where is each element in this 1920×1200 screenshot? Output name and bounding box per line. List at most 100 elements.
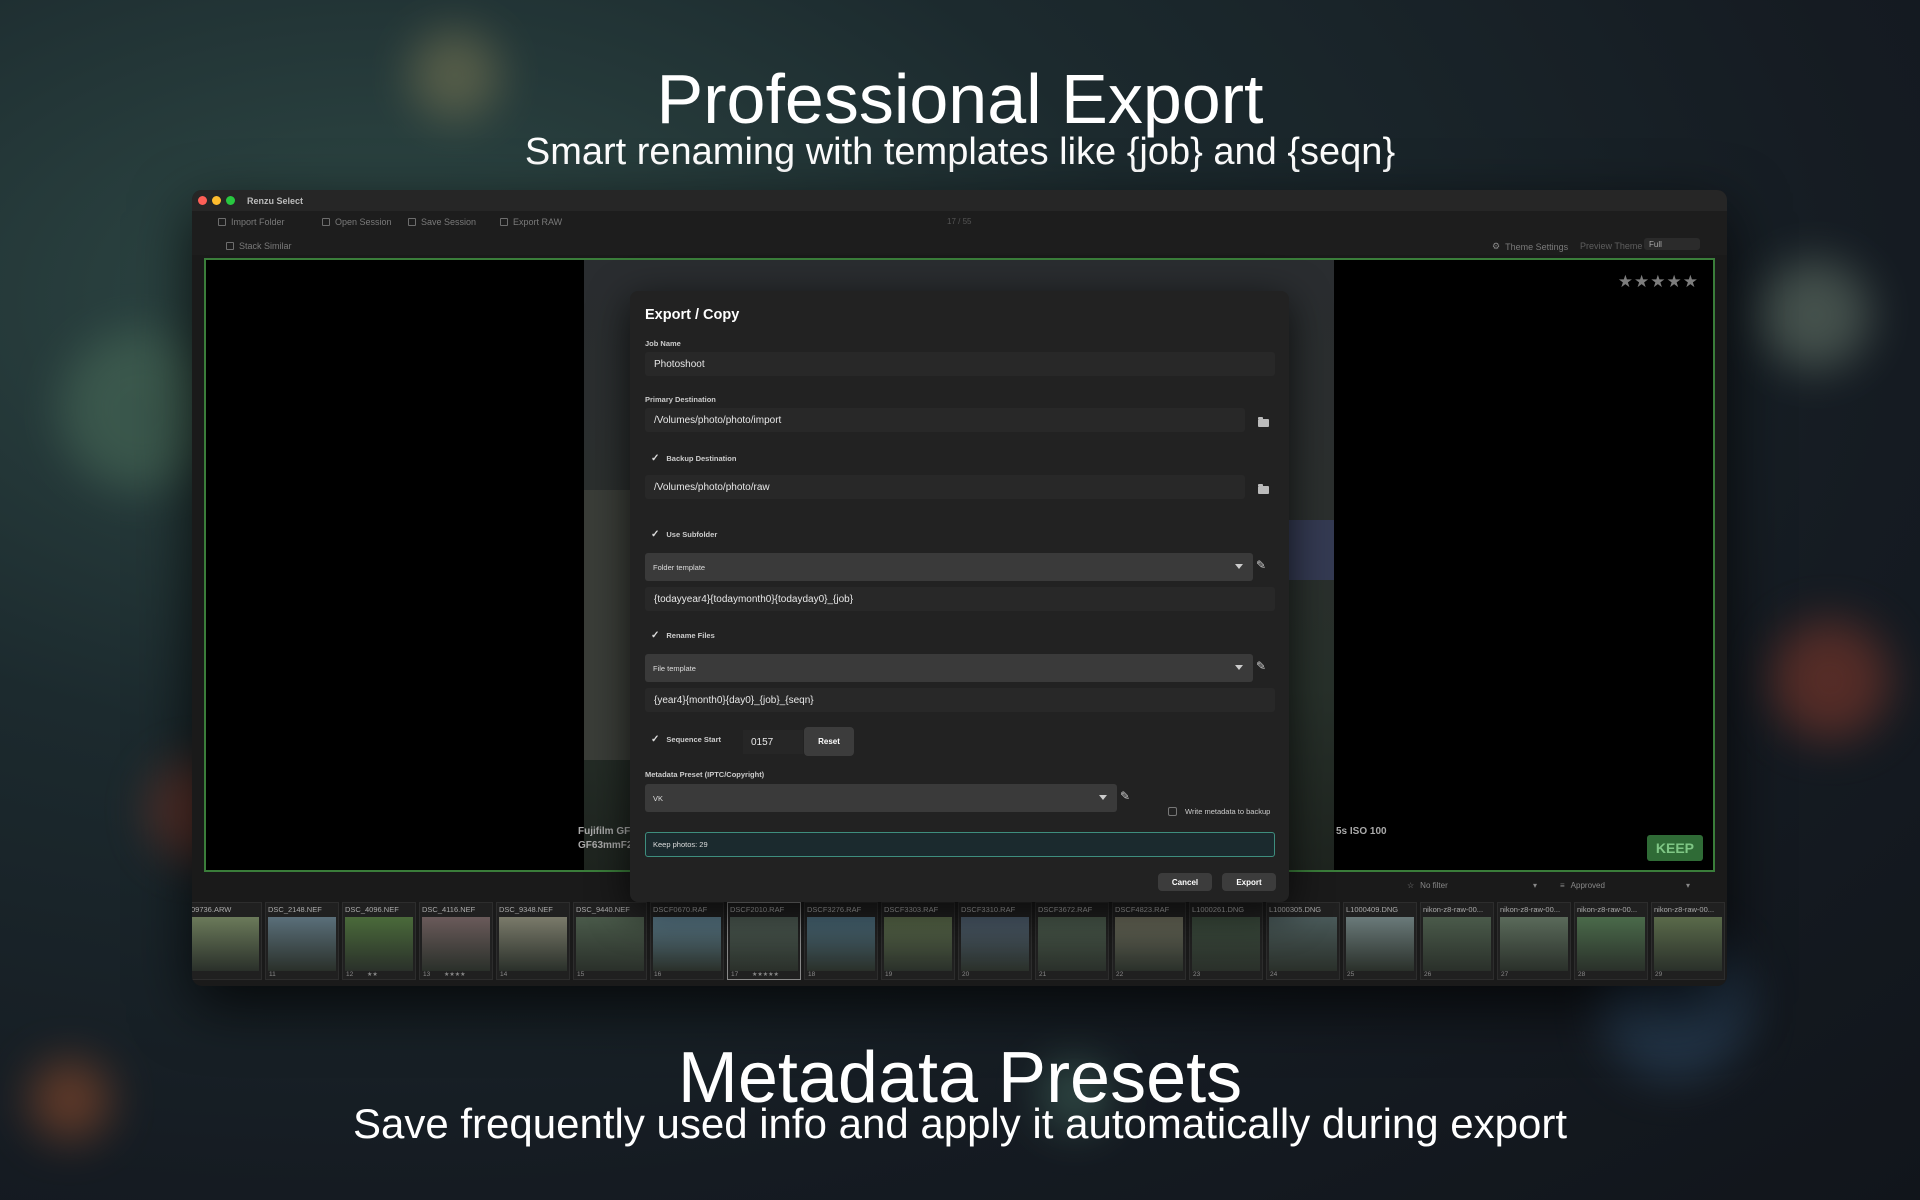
thumbnail-image (730, 917, 798, 971)
reset-button[interactable]: Reset (804, 727, 854, 756)
filmstrip-thumbnail[interactable]: DSCF3303.RAF 19 (881, 902, 955, 980)
save-icon (408, 218, 416, 226)
camera-model-text: Fujifilm GF (578, 826, 631, 837)
thumbnail-number: 26 (1424, 971, 1432, 978)
rating-filter-select[interactable]: ☆ No filter ▾ (1407, 878, 1537, 892)
dialog-title: Export / Copy (645, 307, 740, 323)
sequence-start-input[interactable]: 0157 (743, 730, 803, 754)
filmstrip: 09736.ARW DSC_2148.NEF 11 DSC_4096.NEF 12 ★★ D… (192, 902, 1725, 982)
bokeh-light (1770, 620, 1890, 740)
filmstrip-thumbnail[interactable]: DSCF0670.RAF 16 (650, 902, 724, 980)
thumbnail-image (192, 917, 259, 971)
thumbnail-image (1038, 917, 1106, 971)
filmstrip-thumbnail[interactable]: L1000305.DNG 24 (1266, 902, 1340, 980)
rename-files-label: Rename Files (666, 631, 715, 640)
thumbnail-filename: nikon-z8-raw-00... (1577, 905, 1638, 914)
thumbnail-number: 24 (1270, 971, 1278, 978)
rename-files-checkbox[interactable]: ✓ Rename Files (651, 630, 715, 641)
thumbnail-number: 16 (654, 971, 662, 978)
theme-settings-button[interactable]: ⚙ Theme Settings (1492, 241, 1568, 252)
cancel-button[interactable]: Cancel (1158, 873, 1212, 891)
preview-theme-label: Preview Theme (1580, 241, 1643, 251)
metadata-preset-select[interactable]: VK (645, 784, 1117, 812)
thumbnail-image (807, 917, 875, 971)
filmstrip-thumbnail[interactable]: DSCF3276.RAF 18 (804, 902, 878, 980)
export-raw-label: Export RAW (513, 217, 563, 227)
job-name-input[interactable]: Photoshoot (645, 352, 1275, 376)
thumbnail-number: 27 (1501, 971, 1509, 978)
filmstrip-thumbnail[interactable]: DSC_2148.NEF 11 (265, 902, 339, 980)
stack-similar-button[interactable]: Stack Similar (226, 241, 292, 251)
close-window-button[interactable] (198, 196, 207, 205)
copy-icon (500, 218, 508, 226)
edit-folder-template-icon[interactable]: ✎ (1256, 558, 1266, 572)
filmstrip-thumbnail[interactable]: L1000409.DNG 25 (1343, 902, 1417, 980)
export-raw-button[interactable]: Export RAW (500, 217, 562, 227)
filmstrip-thumbnail[interactable]: DSC_4096.NEF 12 ★★ (342, 902, 416, 980)
open-session-label: Open Session (335, 217, 392, 227)
primary-destination-input[interactable]: /Volumes/photo/photo/import (645, 408, 1245, 432)
preview-theme-select[interactable]: Full (1644, 238, 1700, 250)
save-session-button[interactable]: Save Session (408, 217, 476, 227)
use-subfolder-checkbox[interactable]: ✓ Use Subfolder (651, 529, 717, 540)
folder-template-select[interactable]: Folder template (645, 553, 1253, 581)
filmstrip-thumbnail[interactable]: DSCF4823.RAF 22 (1112, 902, 1186, 980)
filmstrip-thumbnail[interactable]: DSC_9440.NEF 15 (573, 902, 647, 980)
thumbnail-number: 23 (1193, 971, 1201, 978)
status-filter-select[interactable]: ≡ Approved ▾ (1560, 878, 1690, 892)
browse-primary-folder-icon[interactable] (1258, 417, 1269, 427)
folder-icon (218, 218, 226, 226)
theme-settings-label: Theme Settings (1505, 241, 1569, 252)
open-session-button[interactable]: Open Session (322, 217, 392, 227)
chevron-down-icon (1235, 564, 1243, 569)
thumbnail-image (653, 917, 721, 971)
thumbnail-image (1654, 917, 1722, 971)
keep-badge[interactable]: KEEP (1646, 835, 1703, 861)
filmstrip-thumbnail[interactable]: DSC_9348.NEF 14 (496, 902, 570, 980)
thumbnail-number: 28 (1578, 971, 1586, 978)
exposure-text: 5s ISO 100 (1336, 826, 1387, 837)
thumbnail-image (1346, 917, 1414, 971)
filmstrip-thumbnail[interactable]: nikon-z8-raw-00... 28 (1574, 902, 1648, 980)
edit-metadata-preset-icon[interactable]: ✎ (1120, 789, 1130, 803)
backup-destination-checkbox[interactable]: ✓ Backup Destination (651, 453, 736, 464)
sequence-start-checkbox[interactable]: ✓ Sequence Start (651, 734, 721, 745)
sequence-start-value: 0157 (751, 736, 774, 748)
filmstrip-thumbnail[interactable]: DSCF3672.RAF 21 (1035, 902, 1109, 980)
thumbnail-filename: DSC_4096.NEF (345, 905, 399, 914)
thumbnail-filename: DSC_2148.NEF (268, 905, 322, 914)
zoom-window-button[interactable] (226, 196, 235, 205)
filmstrip-thumbnail[interactable]: nikon-z8-raw-00... 29 (1651, 902, 1725, 980)
filmstrip-thumbnail[interactable]: 09736.ARW (192, 902, 262, 980)
file-template-input[interactable]: {year4}{month0}{day0}_{job}_{seqn} (645, 688, 1275, 712)
minimize-window-button[interactable] (212, 196, 221, 205)
write-metadata-checkbox[interactable]: Write metadata to backup (1168, 807, 1270, 816)
filmstrip-thumbnail[interactable]: L1000261.DNG 23 (1189, 902, 1263, 980)
filmstrip-thumbnail[interactable]: DSCF3310.RAF 20 (958, 902, 1032, 980)
filmstrip-thumbnail[interactable]: DSC_4116.NEF 13 ★★★★ (419, 902, 493, 980)
import-folder-button[interactable]: Import Folder (218, 217, 285, 227)
keep-photos-summary[interactable]: Keep photos: 29 (645, 832, 1275, 857)
export-button[interactable]: Export (1222, 873, 1276, 891)
thumbnail-filename: 09736.ARW (192, 905, 232, 914)
backup-destination-input[interactable]: /Volumes/photo/photo/raw (645, 475, 1245, 499)
file-template-select[interactable]: File template (645, 654, 1253, 682)
filmstrip-thumbnail[interactable]: nikon-z8-raw-00... 27 (1497, 902, 1571, 980)
folder-template-input[interactable]: {todayyear4}{todaymonth0}{todayday0}_{jo… (645, 587, 1275, 611)
file-template-value: {year4}{month0}{day0}_{job}_{seqn} (654, 694, 814, 706)
filmstrip-thumbnail[interactable]: nikon-z8-raw-00... 26 (1420, 902, 1494, 980)
file-template-select-value: File template (653, 663, 696, 673)
rating-stars[interactable]: ★★★★★ (1618, 272, 1699, 292)
window-title: Renzu Select (247, 195, 304, 206)
gear-icon: ⚙ (1492, 241, 1501, 251)
filmstrip-thumbnail[interactable]: DSCF2010.RAF 17 ★★★★★ (727, 902, 801, 980)
edit-file-template-icon[interactable]: ✎ (1256, 659, 1266, 673)
chevron-down-icon: ▾ (1685, 880, 1690, 890)
thumbnail-number: 21 (1039, 971, 1047, 978)
checkmark-icon: ✓ (651, 734, 660, 745)
stack-similar-label: Stack Similar (239, 241, 292, 251)
browse-backup-folder-icon[interactable] (1258, 484, 1269, 494)
thumbnail-number: 17 (731, 971, 739, 978)
thumbnail-filename: L1000261.DNG (1192, 905, 1245, 914)
chevron-down-icon: ▾ (1532, 880, 1537, 890)
